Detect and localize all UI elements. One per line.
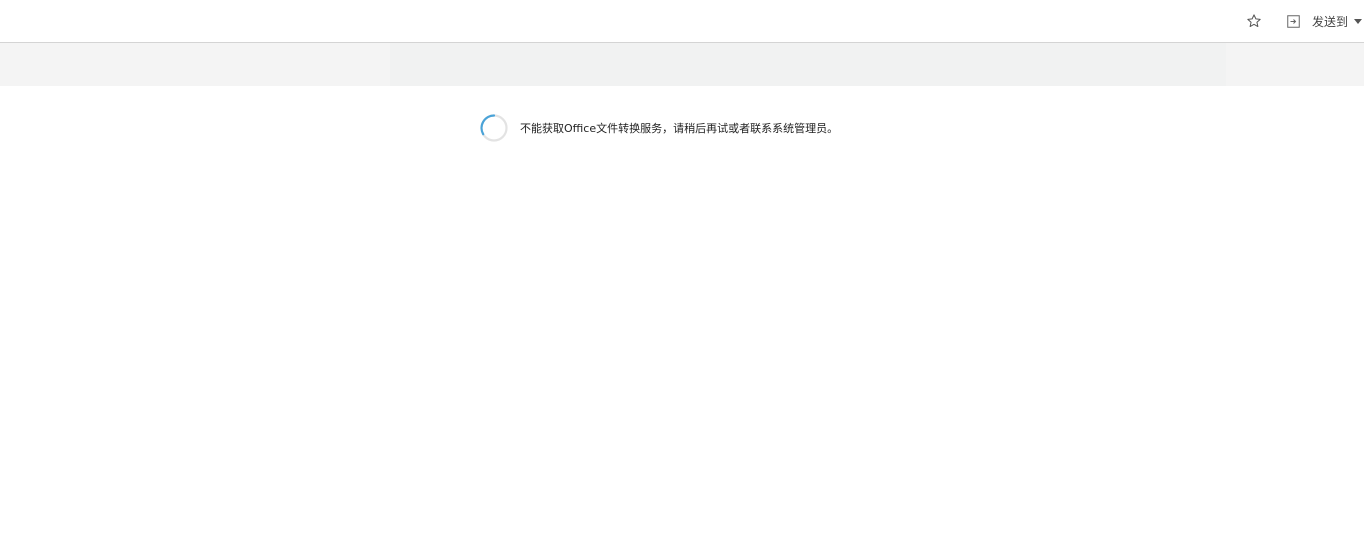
send-to-icon xyxy=(1287,14,1301,28)
send-to-label: 发送到 xyxy=(1311,14,1348,29)
loading-status: 不能获取Office文件转换服务，请稍后再试或者联系系统管理员。 xyxy=(479,113,838,143)
top-header-bar: 发送到 xyxy=(0,0,1364,43)
star-icon xyxy=(1247,14,1261,28)
loading-spinner-icon xyxy=(480,114,508,142)
document-toolbar xyxy=(0,43,1364,86)
favorite-button[interactable] xyxy=(1245,12,1263,30)
send-to-icon-button[interactable] xyxy=(1287,14,1301,28)
send-to-dropdown[interactable]: 发送到 xyxy=(1312,13,1364,30)
caret-down-icon xyxy=(1354,18,1362,24)
document-toolbar-center xyxy=(390,43,1226,86)
status-message: 不能获取Office文件转换服务，请稍后再试或者联系系统管理员。 xyxy=(520,122,839,135)
header-actions: 发送到 xyxy=(1245,0,1364,42)
